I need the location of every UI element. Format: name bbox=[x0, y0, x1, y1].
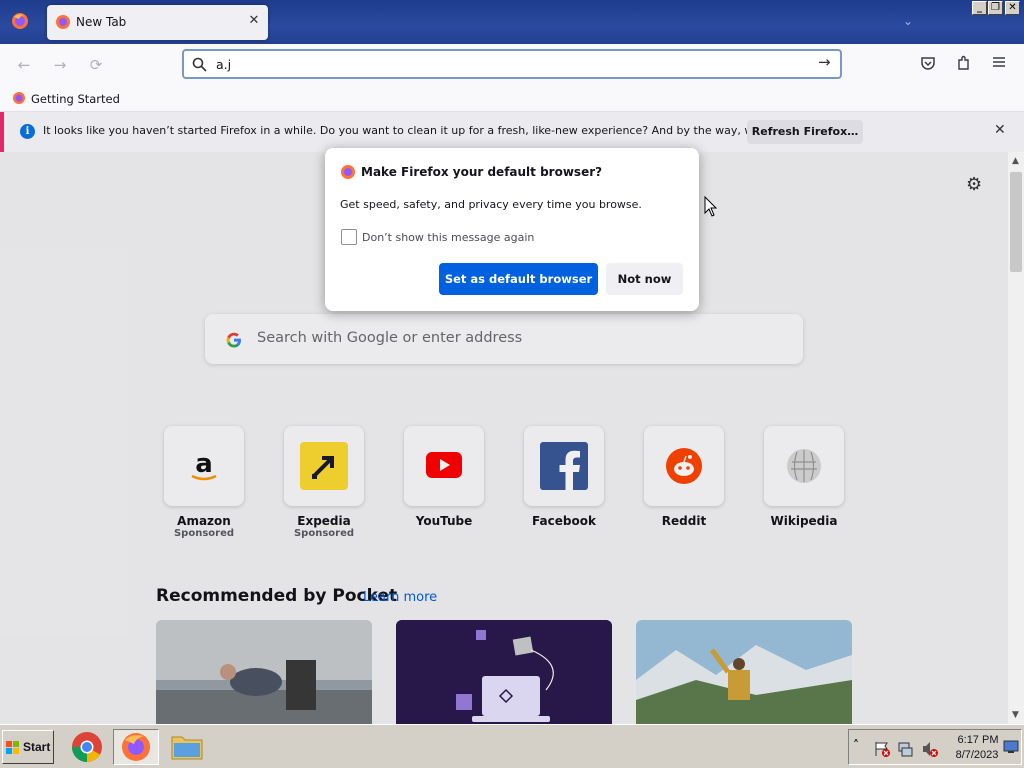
bookmark-getting-started[interactable]: Getting Started bbox=[31, 92, 120, 106]
mouse-cursor-icon bbox=[704, 196, 718, 217]
menu-icon[interactable] bbox=[989, 55, 1009, 75]
extensions-icon[interactable] bbox=[954, 55, 974, 75]
notification-text: It looks like you haven’t started Firefo… bbox=[43, 124, 828, 137]
chrome-taskbar-button[interactable] bbox=[64, 729, 110, 765]
go-arrow-icon[interactable]: → bbox=[818, 53, 831, 71]
system-tray: ˄ 6:17 PM 8/7/2023 bbox=[848, 729, 1022, 765]
reload-button[interactable]: ⟳ bbox=[85, 54, 107, 76]
taskbar: Start ˄ 6:17 PM 8/7/2023 bbox=[0, 724, 1024, 768]
default-browser-dialog: Make Firefox your default browser? Get s… bbox=[325, 148, 699, 311]
close-window-button[interactable]: ✕ bbox=[1005, 1, 1020, 15]
back-button[interactable]: ← bbox=[13, 54, 35, 76]
dont-show-checkbox[interactable] bbox=[341, 229, 357, 245]
dialog-body: Get speed, safety, and privacy every tim… bbox=[340, 198, 642, 211]
firefox-bookmark-icon bbox=[13, 92, 25, 104]
notification-bar: i It looks like you haven’t started Fire… bbox=[0, 112, 1024, 152]
title-bar: New Tab ✕ ⌄ _ ❐ ✕ bbox=[0, 0, 1024, 44]
clock-time[interactable]: 6:17 PM bbox=[953, 734, 1003, 746]
firefox-logo-icon bbox=[341, 165, 355, 179]
chrome-icon bbox=[71, 732, 102, 762]
windows-logo-icon bbox=[6, 741, 19, 754]
vertical-scrollbar[interactable]: ▲ ▼ bbox=[1008, 152, 1024, 724]
info-icon: i bbox=[20, 124, 35, 139]
tab-title: New Tab bbox=[76, 15, 127, 29]
refresh-firefox-button[interactable]: Refresh Firefox… bbox=[747, 120, 863, 144]
firefox-logo-icon[interactable] bbox=[10, 11, 30, 31]
firefox-icon bbox=[122, 733, 150, 761]
navigation-toolbar: ← → ⟳ a.j → bbox=[0, 44, 1024, 86]
tab-new-tab[interactable]: New Tab ✕ bbox=[47, 5, 268, 40]
show-desktop-icon[interactable] bbox=[1003, 740, 1019, 754]
checkbox-label[interactable]: Don’t show this message again bbox=[362, 231, 534, 244]
start-button[interactable]: Start bbox=[2, 730, 54, 764]
address-input[interactable]: a.j bbox=[216, 57, 231, 72]
firefox-taskbar-button[interactable] bbox=[113, 729, 159, 765]
forward-button[interactable]: → bbox=[49, 54, 71, 76]
folder-icon bbox=[171, 736, 203, 760]
pocket-icon[interactable] bbox=[918, 55, 938, 75]
firefox-tab-icon bbox=[56, 15, 70, 29]
scrollbar-thumb[interactable] bbox=[1010, 172, 1022, 272]
volume-muted-icon[interactable] bbox=[921, 740, 939, 758]
minimize-button[interactable]: _ bbox=[972, 1, 987, 15]
restore-button[interactable]: ❐ bbox=[988, 1, 1003, 15]
close-icon[interactable]: ✕ bbox=[994, 122, 1006, 138]
explorer-taskbar-button[interactable] bbox=[164, 729, 210, 765]
start-label: Start bbox=[23, 740, 51, 754]
tab-close-icon[interactable]: ✕ bbox=[245, 12, 263, 30]
clock-date[interactable]: 8/7/2023 bbox=[949, 749, 1005, 761]
scroll-down-icon[interactable]: ▼ bbox=[1012, 710, 1019, 720]
set-default-browser-button[interactable]: Set as default browser bbox=[439, 263, 598, 295]
tray-expand-icon[interactable]: ˄ bbox=[853, 738, 859, 752]
address-bar[interactable]: a.j → bbox=[182, 49, 842, 79]
chevron-down-icon[interactable]: ⌄ bbox=[903, 14, 913, 28]
network-icon[interactable] bbox=[897, 740, 915, 758]
search-icon bbox=[192, 57, 207, 72]
scroll-up-icon[interactable]: ▲ bbox=[1012, 156, 1019, 166]
not-now-button[interactable]: Not now bbox=[606, 263, 683, 295]
bookmarks-toolbar: Getting Started bbox=[0, 86, 1024, 112]
dialog-title: Make Firefox your default browser? bbox=[361, 165, 603, 179]
action-center-flag-icon[interactable] bbox=[873, 740, 891, 758]
